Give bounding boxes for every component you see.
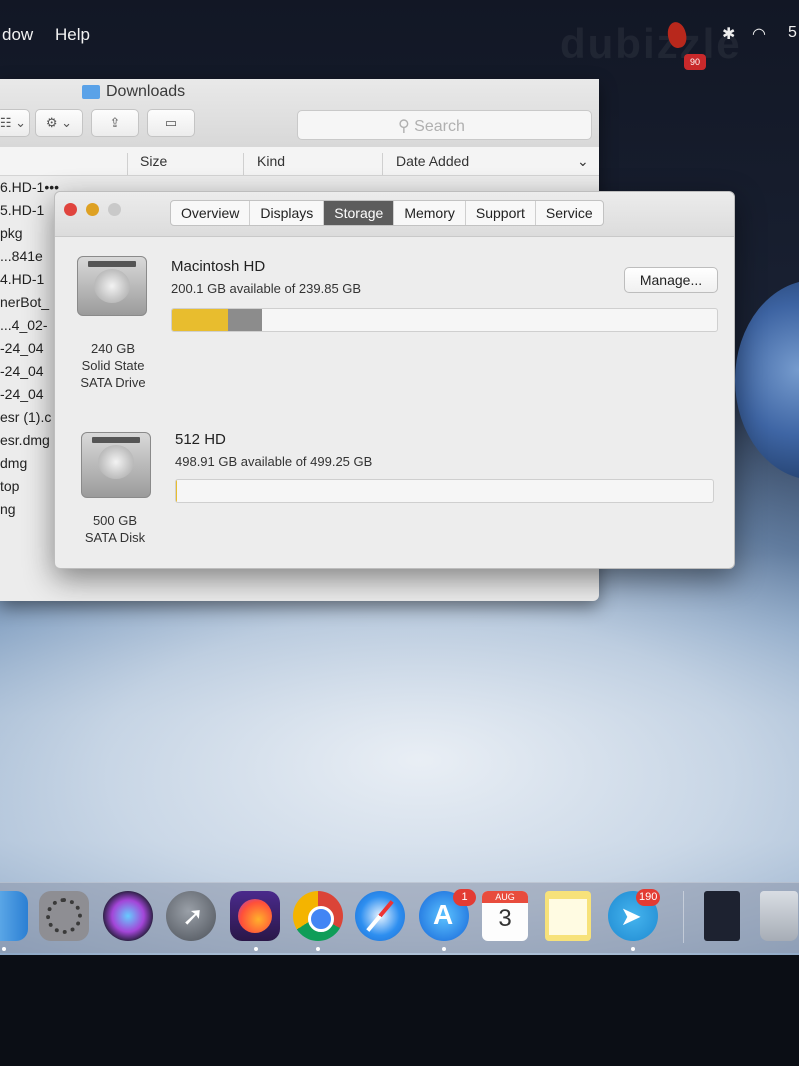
tab-service[interactable]: Service bbox=[536, 201, 603, 225]
wifi-icon[interactable]: ◠ bbox=[752, 24, 766, 44]
storage-bar bbox=[175, 479, 714, 503]
tag-icon: ▭ bbox=[164, 115, 178, 130]
finder-icon[interactable] bbox=[0, 891, 28, 941]
firefox-icon[interactable] bbox=[230, 891, 280, 941]
wallpaper-planet bbox=[735, 280, 799, 480]
column-divider[interactable] bbox=[382, 153, 383, 175]
desktop: dubizzle dow Help 90 ✱ ◠ 5 Downloads ☷ ⌄… bbox=[0, 0, 799, 955]
tags-button[interactable]: ▭ bbox=[147, 109, 195, 137]
system-preferences-icon[interactable] bbox=[39, 891, 89, 941]
chrome-icon[interactable] bbox=[293, 891, 343, 941]
column-divider[interactable] bbox=[243, 153, 244, 175]
finder-title-text: Downloads bbox=[106, 83, 186, 100]
action-gear-button[interactable]: ⚙ ⌄ bbox=[35, 109, 83, 137]
drive-name: Macintosh HD bbox=[171, 258, 266, 275]
share-icon: ⇪ bbox=[109, 115, 121, 130]
tab-storage[interactable]: Storage bbox=[324, 201, 395, 225]
drive-name: 512 HD bbox=[175, 431, 226, 448]
drive-capacity-info: 240 GB Solid State SATA Drive bbox=[63, 340, 163, 391]
gear-icon: ⚙ bbox=[45, 115, 58, 130]
drive-available: 498.91 GB available of 499.25 GB bbox=[175, 454, 373, 469]
drive-available: 200.1 GB available of 239.85 GB bbox=[171, 281, 362, 296]
search-icon: ⚲ bbox=[398, 118, 410, 135]
column-size[interactable]: Size bbox=[140, 153, 167, 169]
trash-icon[interactable] bbox=[760, 891, 798, 941]
telegram-badge: 190 bbox=[636, 889, 661, 906]
clock[interactable]: 5 bbox=[788, 24, 797, 42]
column-divider[interactable] bbox=[127, 153, 128, 175]
dock: ➚ A 1 AUG 3 ➤ 190 bbox=[0, 882, 799, 953]
drive-type: Solid State bbox=[81, 358, 145, 373]
view-options-button[interactable]: ☷ ⌄ bbox=[0, 109, 30, 137]
launchpad-icon[interactable]: ➚ bbox=[166, 891, 216, 941]
tab-support[interactable]: Support bbox=[466, 201, 536, 225]
drive-type: SATA Disk bbox=[84, 530, 146, 545]
calendar-month: AUG bbox=[482, 891, 528, 903]
storage-used-fill bbox=[172, 309, 229, 331]
tab-bar: Overview Displays Storage Memory Support… bbox=[170, 200, 604, 226]
safari-icon[interactable] bbox=[355, 891, 405, 941]
siri-icon[interactable] bbox=[103, 891, 153, 941]
menu-bar: dow Help 90 ✱ ◠ 5 bbox=[0, 18, 799, 70]
menu-help[interactable]: Help bbox=[55, 25, 90, 45]
sort-chevron-icon[interactable]: ⌄ bbox=[577, 153, 589, 170]
minimized-window-thumbnail[interactable] bbox=[704, 891, 740, 941]
calendar-day: 3 bbox=[498, 905, 512, 932]
about-titlebar: Overview Displays Storage Memory Support… bbox=[55, 192, 734, 237]
tab-overview[interactable]: Overview bbox=[171, 201, 251, 225]
notes-icon[interactable] bbox=[545, 891, 591, 941]
status-badge: 90 bbox=[684, 54, 706, 70]
tab-displays[interactable]: Displays bbox=[250, 201, 325, 225]
drive-interface: SATA Drive bbox=[80, 375, 146, 390]
finder-toolbar: Downloads ☷ ⌄ ⚙ ⌄ ⇪ ▭ ⚲ Search bbox=[0, 79, 599, 148]
bluetooth-icon[interactable]: ✱ bbox=[722, 24, 735, 44]
tab-memory[interactable]: Memory bbox=[394, 201, 466, 225]
close-button[interactable] bbox=[64, 203, 77, 216]
storage-bar bbox=[171, 308, 718, 332]
menu-window[interactable]: dow bbox=[2, 25, 33, 45]
share-button[interactable]: ⇪ bbox=[91, 109, 139, 137]
app-store-badge: 1 bbox=[453, 889, 476, 906]
hard-drive-icon bbox=[77, 256, 147, 316]
hard-drive-icon bbox=[81, 432, 151, 498]
status-app-icon[interactable] bbox=[665, 20, 689, 50]
zoom-button[interactable] bbox=[108, 203, 121, 216]
manage-button[interactable]: Manage... bbox=[624, 267, 718, 293]
column-header: Size Kind Date Added ⌄ bbox=[0, 147, 599, 176]
drive-capacity: 240 GB bbox=[90, 341, 136, 356]
about-this-mac-window: Overview Displays Storage Memory Support… bbox=[54, 191, 735, 569]
minimize-button[interactable] bbox=[86, 203, 99, 216]
folder-icon bbox=[82, 85, 100, 99]
column-date-added[interactable]: Date Added bbox=[396, 153, 469, 169]
drive-capacity: 500 GB bbox=[92, 513, 138, 528]
drive-capacity-info: 500 GB SATA Disk bbox=[65, 512, 165, 546]
column-kind[interactable]: Kind bbox=[257, 153, 285, 169]
calendar-icon[interactable]: AUG 3 bbox=[482, 891, 528, 941]
finder-title: Downloads bbox=[82, 83, 185, 101]
dock-divider bbox=[683, 891, 684, 943]
search-input[interactable]: ⚲ Search bbox=[297, 110, 592, 140]
storage-used-fill bbox=[176, 480, 178, 502]
search-placeholder: Search bbox=[414, 118, 465, 135]
storage-other-fill bbox=[228, 309, 263, 331]
